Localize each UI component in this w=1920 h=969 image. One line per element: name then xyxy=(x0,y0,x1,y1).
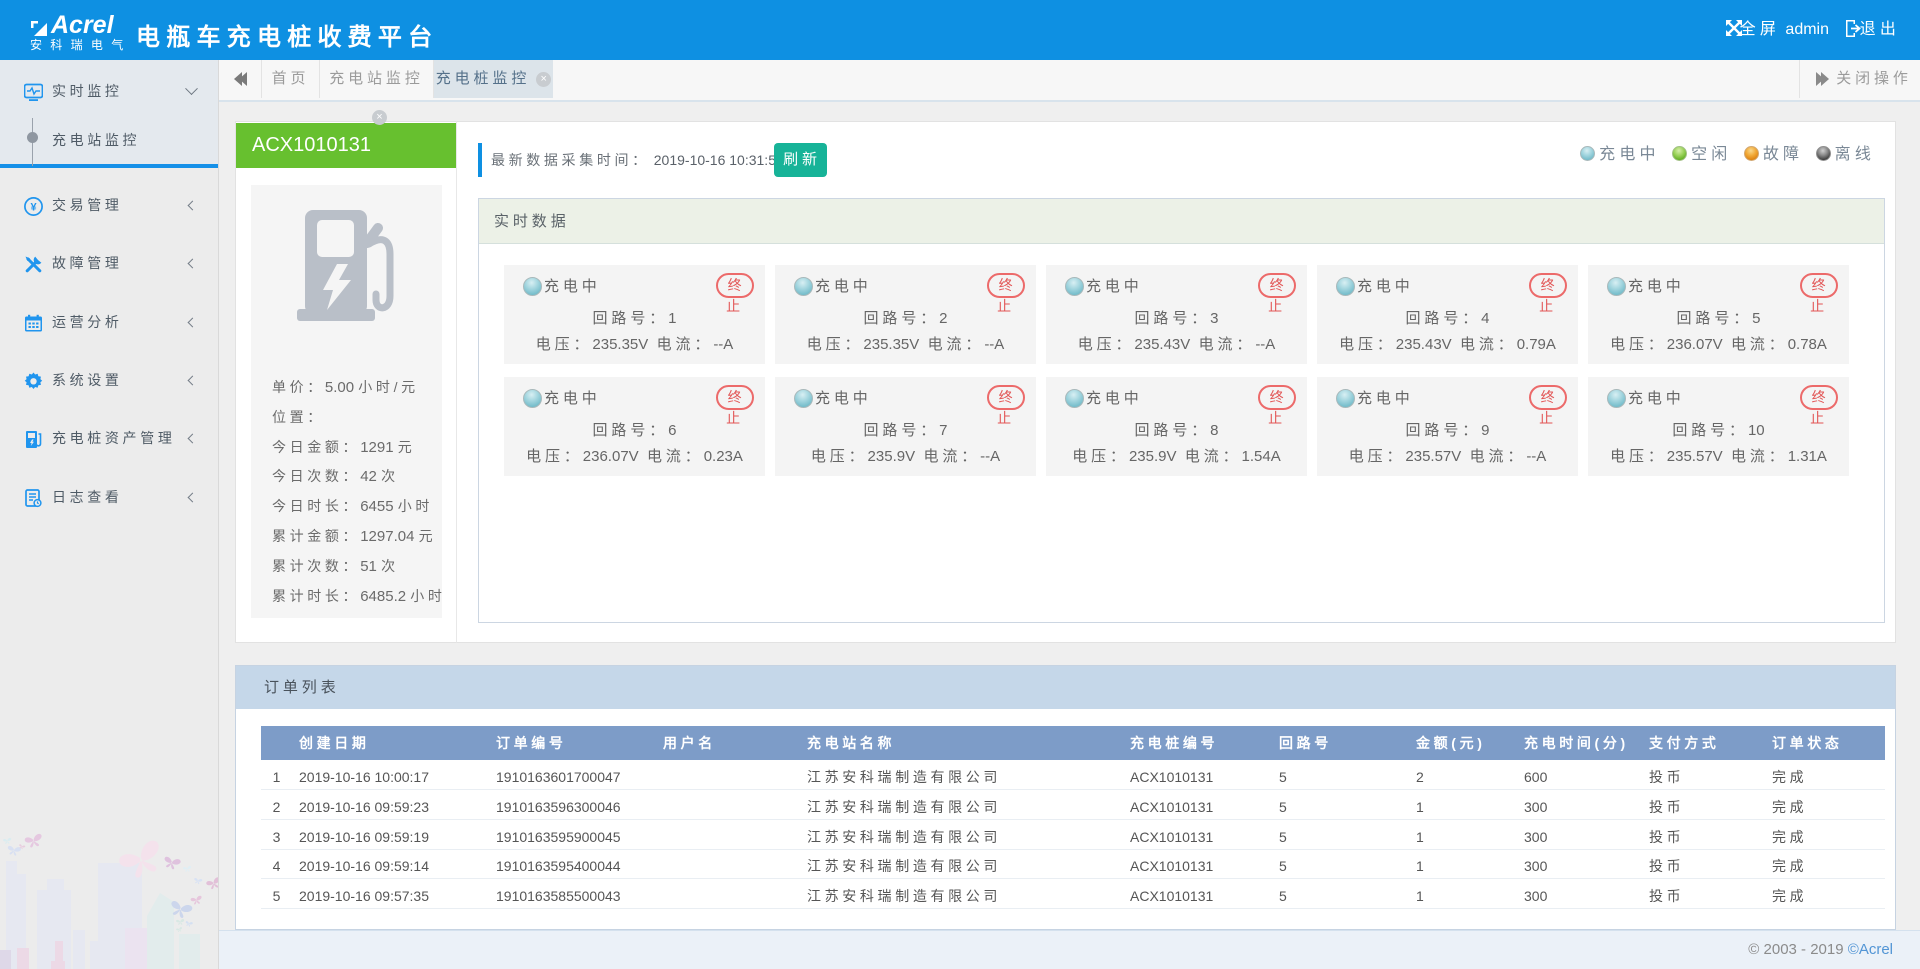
svg-text:¥: ¥ xyxy=(30,201,37,213)
